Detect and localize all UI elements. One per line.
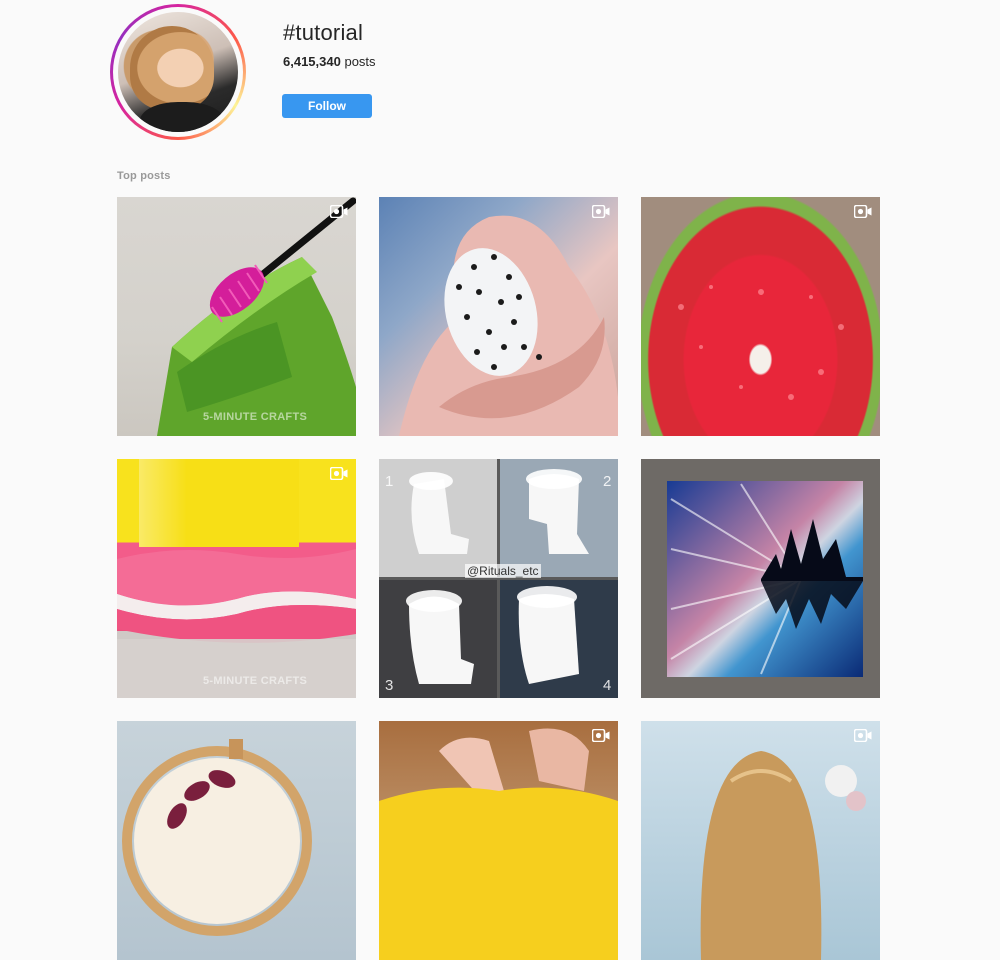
post-image [117, 459, 356, 698]
hashtag-header: #tutorial 6,415,340 posts Follow [0, 0, 1000, 150]
hashtag-avatar-ring[interactable] [110, 4, 246, 140]
video-camera-icon [592, 205, 610, 218]
post-tile-8[interactable] [379, 721, 618, 960]
post-image [157, 197, 356, 436]
post-image [667, 481, 863, 677]
post-tile-4[interactable]: 5-MINUTE CRAFTS [117, 459, 356, 698]
video-camera-icon [330, 467, 348, 480]
video-camera-icon [854, 729, 872, 742]
hashtag-title: #tutorial [283, 20, 364, 45]
carousel-number: 3 [385, 677, 394, 694]
follow-button[interactable]: Follow [282, 94, 372, 118]
carousel-number: 2 [603, 473, 612, 490]
tile-watermark: 5-MINUTE CRAFTS [203, 675, 308, 687]
post-image [379, 459, 618, 698]
post-image [399, 215, 618, 436]
tile-handle: @Rituals_etc [465, 564, 541, 578]
post-tile-7[interactable] [117, 721, 356, 960]
post-tile-2[interactable] [379, 197, 618, 436]
post-tile-1[interactable]: 5-MINUTE CRAFTS [117, 197, 356, 436]
post-tile-3[interactable] [641, 197, 880, 436]
tile-watermark: 5-MINUTE CRAFTS [203, 411, 308, 423]
post-image [700, 751, 866, 960]
carousel-number: 1 [385, 473, 394, 490]
video-camera-icon [854, 205, 872, 218]
top-posts-grid: 5-MINUTE CRAFTS 5-MINUTE CRAFTS @Rituals… [117, 197, 881, 960]
avatar [118, 12, 238, 132]
posts-count-label: posts [344, 54, 376, 69]
posts-count-value: 6,415,340 [283, 54, 341, 69]
post-tile-9[interactable] [641, 721, 880, 960]
post-tile-6[interactable] [641, 459, 880, 698]
carousel-number: 4 [603, 677, 612, 694]
video-camera-icon [330, 205, 348, 218]
post-image [122, 739, 312, 936]
post-image [678, 285, 844, 400]
top-posts-heading: Top posts [117, 170, 171, 182]
video-camera-icon [592, 729, 610, 742]
post-tile-5[interactable]: @Rituals_etc 1 2 3 4 [379, 459, 618, 698]
posts-count: 6,415,340 posts [283, 54, 376, 69]
post-image [379, 728, 618, 960]
